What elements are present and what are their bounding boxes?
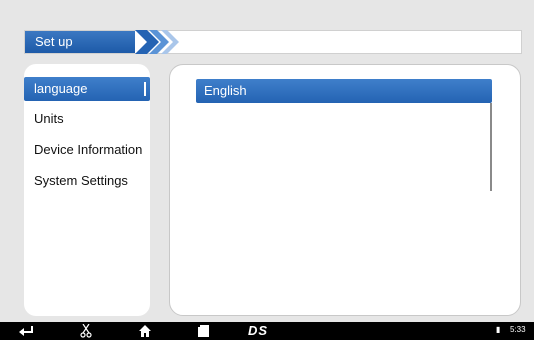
status-icon: ▮ (496, 325, 501, 334)
menu-item-units[interactable]: Units (24, 107, 150, 131)
menu-item-label: System Settings (34, 173, 128, 188)
language-panel: English (169, 64, 521, 316)
language-option-english[interactable]: English (196, 79, 492, 103)
menu-item-label: language (34, 81, 88, 96)
title-bar: Set up (24, 30, 522, 54)
title-tab: Set up (25, 31, 135, 53)
scissors-icon[interactable] (80, 324, 92, 338)
recent-apps-icon[interactable] (198, 324, 210, 338)
menu-item-label: Device Information (34, 142, 143, 157)
clock: 5:33 (510, 325, 526, 334)
menu-item-label: Units (34, 111, 64, 126)
navigation-bar: DS ▮ 5:33 (0, 322, 534, 340)
selection-marker (144, 82, 146, 96)
page-title: Set up (35, 34, 73, 49)
settings-menu: language Units Device Information System… (24, 64, 150, 316)
menu-item-system-settings[interactable]: System Settings (24, 169, 150, 193)
chevron-arrows-icon (135, 30, 179, 54)
back-icon[interactable] (18, 324, 34, 338)
scrollbar[interactable] (490, 103, 492, 191)
menu-item-language[interactable]: language (24, 77, 150, 101)
menu-item-device-information[interactable]: Device Information (24, 138, 150, 162)
ds-logo: DS (248, 323, 269, 338)
home-icon[interactable] (138, 324, 152, 338)
